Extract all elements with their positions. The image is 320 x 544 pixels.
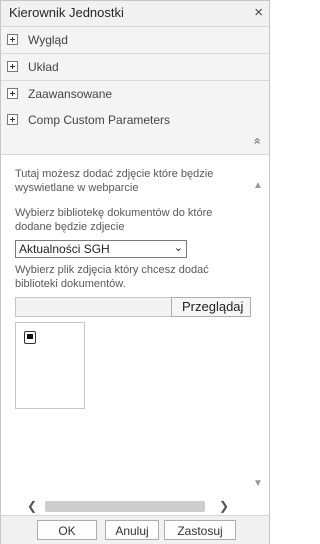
file-prompt-line-2: biblioteki dokumentów. (15, 278, 126, 290)
horizontal-scroll-thumb[interactable] (45, 501, 205, 512)
expand-plus-icon[interactable] (7, 114, 18, 125)
section-collapse-bar: » (1, 132, 269, 155)
image-placeholder-icon (24, 331, 36, 344)
chevron-down-icon[interactable]: ⌄ (174, 241, 183, 254)
section-wyglad[interactable]: Wygląd (1, 27, 269, 54)
vertical-scrollbar[interactable]: ▲ ▼ (251, 179, 265, 491)
library-prompt: Wybierz bibliotekę dokumentów do które d… (15, 206, 247, 234)
section-zaawansowane[interactable]: Zaawansowane (1, 81, 269, 108)
library-select-value: Aktualności SGH (19, 242, 110, 256)
section-label: Układ (28, 60, 59, 74)
section-uklad[interactable]: Układ (1, 54, 269, 81)
library-select[interactable]: Aktualności SGH ⌄ (15, 240, 187, 258)
tool-pane-footer: OK Anuluj Zastosuj (1, 515, 269, 544)
intro-line-1: Tutaj możesz dodać zdjęcie które będzie (15, 168, 214, 180)
image-preview (15, 322, 85, 409)
expand-plus-icon[interactable] (7, 61, 18, 72)
scroll-down-icon[interactable]: ▼ (251, 477, 265, 491)
expand-plus-icon[interactable] (7, 34, 18, 45)
browse-button[interactable]: Przeglądaj (171, 297, 251, 317)
horizontal-scrollbar[interactable]: ❮ ❯ (27, 498, 243, 514)
intro-text: Tutaj możesz dodać zdjęcie które będzie … (15, 167, 247, 195)
expand-plus-icon[interactable] (7, 88, 18, 99)
section-label: Zaawansowane (28, 87, 113, 101)
file-prompt: Wybierz plik zdjęcia który chcesz dodać … (15, 263, 247, 291)
intro-line-2: wyswietlane w webparcie (15, 182, 139, 194)
library-prompt-line-1: Wybierz bibliotekę dokumentów do które (15, 207, 213, 219)
section-label: Comp Custom Parameters (28, 113, 171, 127)
file-prompt-line-1: Wybierz plik zdjęcia który chcesz dodać (15, 264, 209, 276)
scroll-left-icon[interactable]: ❮ (27, 499, 37, 513)
tool-pane-header: Kierownik Jednostki × (1, 1, 269, 27)
ok-button[interactable]: OK (37, 520, 97, 540)
scroll-right-icon[interactable]: ❯ (219, 499, 229, 513)
chevron-up-icon: » (249, 139, 264, 145)
cancel-button[interactable]: Anuluj (105, 520, 159, 540)
tool-pane: Kierownik Jednostki × Wygląd Układ Zaawa… (0, 0, 270, 544)
apply-button[interactable]: Zastosuj (164, 520, 236, 540)
collapse-chevron-icon[interactable]: » (250, 135, 264, 149)
section-label: Wygląd (28, 33, 68, 47)
tool-pane-title: Kierownik Jednostki (9, 5, 124, 20)
scroll-up-icon[interactable]: ▲ (251, 179, 265, 193)
file-path-input[interactable] (15, 297, 172, 317)
custom-parameters-content: Tutaj możesz dodać zdjęcie które będzie … (1, 155, 269, 515)
close-icon[interactable]: × (254, 4, 263, 21)
section-comp-custom-parameters[interactable]: Comp Custom Parameters (1, 107, 269, 134)
library-prompt-line-2: dodane będzie zdjecie (15, 221, 125, 233)
